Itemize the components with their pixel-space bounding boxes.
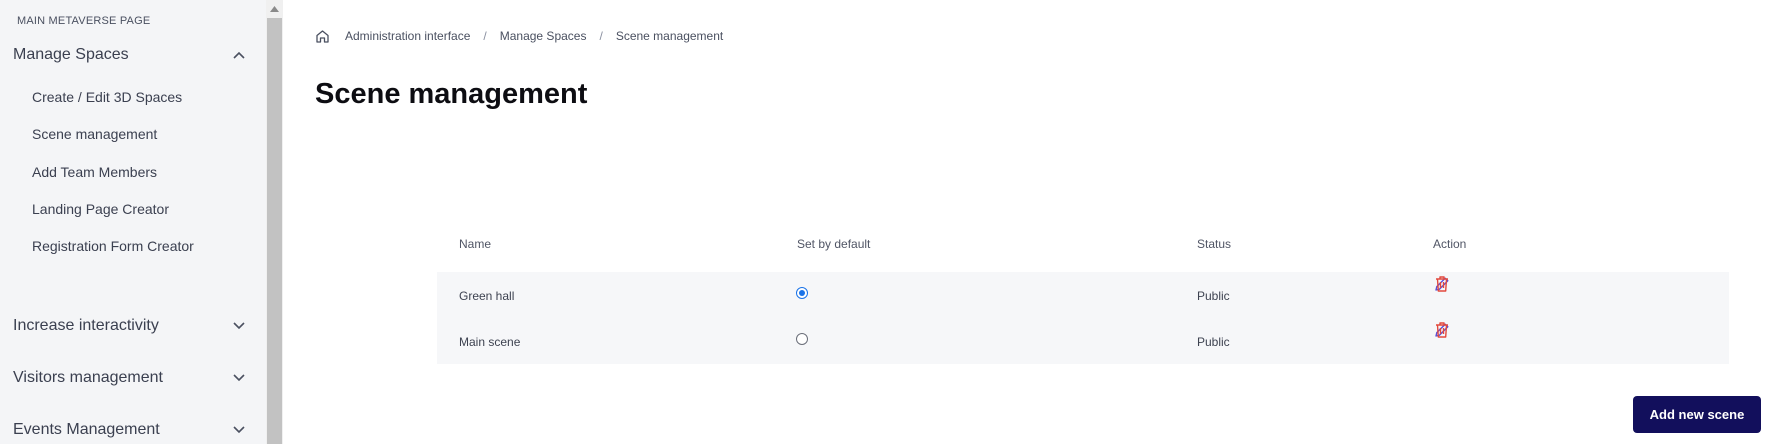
scenes-table: Name Set by default Status Action Green … [437, 228, 1729, 364]
sidebar-section-visitors-management[interactable]: Visitors management [13, 369, 246, 387]
table-row: Main scene Public [437, 318, 1729, 364]
sidebar-item-registration-form-creator[interactable]: Registration Form Creator [32, 238, 194, 254]
scroll-thumb[interactable] [267, 18, 282, 444]
sidebar-item-create-edit-3d-spaces[interactable]: Create / Edit 3D Spaces [32, 89, 182, 105]
sidebar-section-increase-interactivity[interactable]: Increase interactivity [13, 317, 246, 335]
scroll-up-arrow-icon[interactable] [266, 0, 283, 18]
sidebar: MAIN METAVERSE PAGE Manage Spaces Create… [0, 0, 266, 444]
column-header-set-by-default: Set by default [797, 237, 871, 251]
column-header-name: Name [459, 237, 492, 251]
scene-name: Main scene [459, 335, 521, 349]
sidebar-section-label: Increase interactivity [13, 317, 159, 334]
sidebar-item-landing-page-creator[interactable]: Landing Page Creator [32, 201, 169, 217]
breadcrumb-item-manage-spaces[interactable]: Manage Spaces [500, 29, 587, 43]
column-header-action: Action [1433, 237, 1467, 251]
breadcrumb-separator: / [483, 29, 487, 43]
sidebar-section-label: Events Management [13, 421, 160, 438]
sidebar-item-add-team-members[interactable]: Add Team Members [32, 164, 157, 180]
scene-status: Public [1197, 289, 1230, 303]
home-icon[interactable] [315, 28, 331, 44]
add-new-scene-button[interactable]: Add new scene [1633, 396, 1761, 433]
app: MAIN METAVERSE PAGE Manage Spaces Create… [0, 0, 1776, 444]
chevron-up-icon [232, 48, 246, 62]
breadcrumb-separator: / [599, 29, 603, 43]
delete-icon[interactable] [1433, 320, 1451, 340]
default-radio[interactable] [796, 287, 808, 299]
scene-status: Public [1197, 335, 1230, 349]
breadcrumb-item-scene-management: Scene management [615, 29, 724, 43]
sidebar-heading: MAIN METAVERSE PAGE [17, 15, 151, 27]
breadcrumb-item-administration-interface[interactable]: Administration interface [345, 29, 470, 43]
sidebar-section-events-management[interactable]: Events Management [13, 421, 246, 439]
main-content: Administration interface / Manage Spaces… [283, 0, 1776, 444]
chevron-down-icon [232, 371, 246, 385]
sidebar-scrollbar[interactable] [266, 0, 283, 444]
column-header-status: Status [1197, 237, 1232, 251]
scene-name: Green hall [459, 289, 515, 303]
delete-icon[interactable] [1433, 274, 1451, 294]
chevron-down-icon [232, 423, 246, 437]
sidebar-section-label: Manage Spaces [13, 46, 129, 63]
sidebar-item-scene-management[interactable]: Scene management [32, 126, 157, 142]
page-title: Scene management [315, 78, 588, 110]
sidebar-section-label: Visitors management [13, 369, 163, 386]
table-row: Green hall Public [437, 272, 1729, 318]
sidebar-section-manage-spaces[interactable]: Manage Spaces [13, 46, 246, 64]
breadcrumb: Administration interface / Manage Spaces… [315, 28, 723, 44]
chevron-down-icon [232, 319, 246, 333]
table-header: Name Set by default Status Action [437, 228, 1729, 272]
default-radio[interactable] [796, 333, 808, 345]
